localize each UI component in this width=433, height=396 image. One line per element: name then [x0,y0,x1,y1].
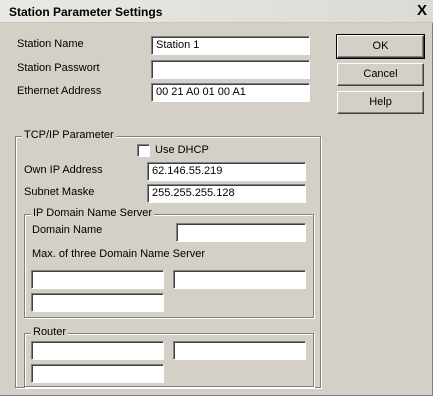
title-bar[interactable]: Station Parameter Settings X [0,0,433,23]
station-password-input[interactable] [151,60,310,79]
own-ip-input[interactable]: 62.146.55.219 [147,162,306,181]
station-parameter-dialog: Station Parameter Settings X Station Nam… [0,0,433,396]
cancel-button[interactable]: Cancel [337,63,424,86]
max-dns-label: Max. of three Domain Name Server [32,248,206,260]
station-name-input[interactable]: Station 1 [151,36,310,55]
dns-server-3-input[interactable] [31,293,164,312]
ok-button[interactable]: OK [336,34,425,59]
dialog-title: Station Parameter Settings [9,5,163,19]
use-dhcp-label: Use DHCP [155,144,209,156]
subnet-mask-label: Subnet Maske [24,186,95,198]
dns-server-2-input[interactable] [173,270,306,289]
ethernet-address-label: Ethernet Address [17,85,102,97]
dns-group-label: IP Domain Name Server [31,207,155,219]
dns-server-1-input[interactable] [31,270,164,289]
tcpip-group-label: TCP/IP Parameter [22,129,116,141]
domain-name-label: Domain Name [32,224,103,236]
subnet-mask-input[interactable]: 255.255.255.128 [147,184,306,203]
router-2-input[interactable] [173,341,306,360]
own-ip-label: Own IP Address [24,164,103,176]
domain-name-input[interactable] [176,223,306,242]
router-1-input[interactable] [31,341,164,360]
help-button[interactable]: Help [337,91,424,114]
close-icon[interactable]: X [413,2,431,20]
station-name-label: Station Name [17,38,84,50]
router-3-input[interactable] [31,364,164,383]
router-group-label: Router [31,326,69,338]
use-dhcp-checkbox[interactable] [137,144,150,157]
ethernet-address-input[interactable]: 00 21 A0 01 00 A1 [151,83,310,102]
station-password-label: Station Passwort [17,62,100,74]
